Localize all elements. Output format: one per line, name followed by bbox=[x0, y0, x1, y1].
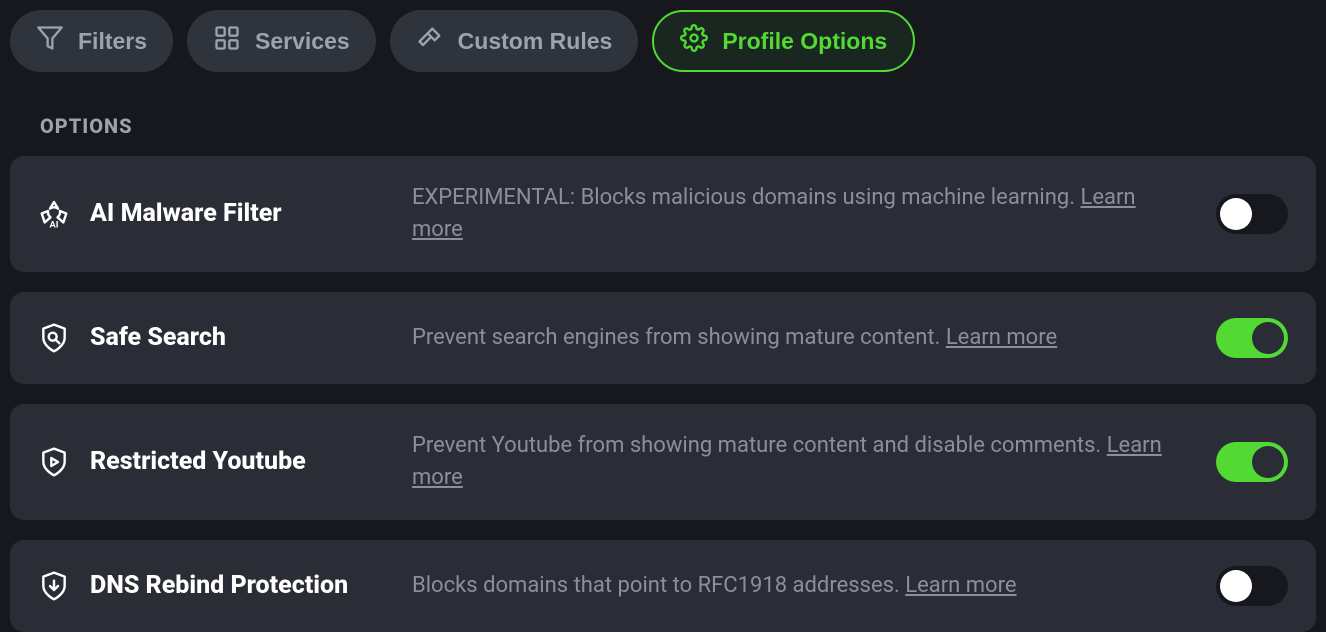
toggle-knob bbox=[1252, 446, 1284, 478]
option-desc: Blocks domains that point to RFC1918 add… bbox=[412, 570, 1194, 602]
option-title-wrap: DNS Rebind Protection bbox=[38, 570, 390, 602]
learn-more-link[interactable]: Learn more bbox=[946, 325, 1057, 350]
toggle-safe-search[interactable] bbox=[1216, 318, 1288, 358]
option-desc-text: Blocks domains that point to RFC1918 add… bbox=[412, 573, 905, 598]
tab-custom-rules[interactable]: Custom Rules bbox=[390, 10, 639, 72]
shield-search-icon bbox=[38, 322, 70, 354]
option-ai-malware: AI AI Malware Filter EXPERIMENTAL: Block… bbox=[10, 156, 1316, 272]
option-desc-text: Prevent search engines from showing matu… bbox=[412, 325, 946, 350]
radiation-ai-icon: AI bbox=[38, 198, 70, 230]
tab-filters[interactable]: Filters bbox=[10, 10, 173, 72]
tab-custom-rules-label: Custom Rules bbox=[458, 28, 613, 55]
grid-icon bbox=[213, 24, 241, 58]
option-title: Restricted Youtube bbox=[90, 447, 306, 476]
toggle-dns-rebind[interactable] bbox=[1216, 566, 1288, 606]
option-desc-text: EXPERIMENTAL: Blocks malicious domains u… bbox=[412, 185, 1081, 210]
toggle-restricted-youtube[interactable] bbox=[1216, 442, 1288, 482]
gear-icon bbox=[680, 24, 708, 58]
shield-play-icon bbox=[38, 446, 70, 478]
option-desc-text: Prevent Youtube from showing mature cont… bbox=[412, 433, 1107, 458]
shield-down-icon bbox=[38, 570, 70, 602]
option-title-wrap: Safe Search bbox=[38, 322, 390, 354]
toggle-knob bbox=[1220, 570, 1252, 602]
option-desc: EXPERIMENTAL: Blocks malicious domains u… bbox=[412, 182, 1194, 246]
tab-services-label: Services bbox=[255, 28, 350, 55]
axe-icon bbox=[416, 24, 444, 58]
tab-profile-options[interactable]: Profile Options bbox=[652, 10, 915, 72]
funnel-icon bbox=[36, 24, 64, 58]
toggle-knob bbox=[1252, 322, 1284, 354]
option-title-wrap: AI AI Malware Filter bbox=[38, 198, 390, 230]
option-desc: Prevent search engines from showing matu… bbox=[412, 322, 1194, 354]
toggle-ai-malware[interactable] bbox=[1216, 194, 1288, 234]
svg-text:AI: AI bbox=[50, 219, 59, 230]
tab-profile-options-label: Profile Options bbox=[722, 28, 887, 55]
option-title: DNS Rebind Protection bbox=[90, 571, 348, 600]
toggle-knob bbox=[1220, 198, 1252, 230]
option-desc: Prevent Youtube from showing mature cont… bbox=[412, 430, 1194, 494]
learn-more-link[interactable]: Learn more bbox=[905, 573, 1016, 598]
tabs-container: Filters Services Custom Rules Profile Op… bbox=[10, 10, 1316, 96]
option-dns-rebind: DNS Rebind Protection Blocks domains tha… bbox=[10, 540, 1316, 632]
tab-filters-label: Filters bbox=[78, 28, 147, 55]
option-title-wrap: Restricted Youtube bbox=[38, 446, 390, 478]
options-list: AI AI Malware Filter EXPERIMENTAL: Block… bbox=[10, 156, 1316, 632]
option-restricted-youtube: Restricted Youtube Prevent Youtube from … bbox=[10, 404, 1316, 520]
option-title: Safe Search bbox=[90, 323, 226, 352]
section-label: OPTIONS bbox=[40, 114, 1316, 138]
tab-services[interactable]: Services bbox=[187, 10, 376, 72]
option-safe-search: Safe Search Prevent search engines from … bbox=[10, 292, 1316, 384]
option-title: AI Malware Filter bbox=[90, 199, 282, 228]
